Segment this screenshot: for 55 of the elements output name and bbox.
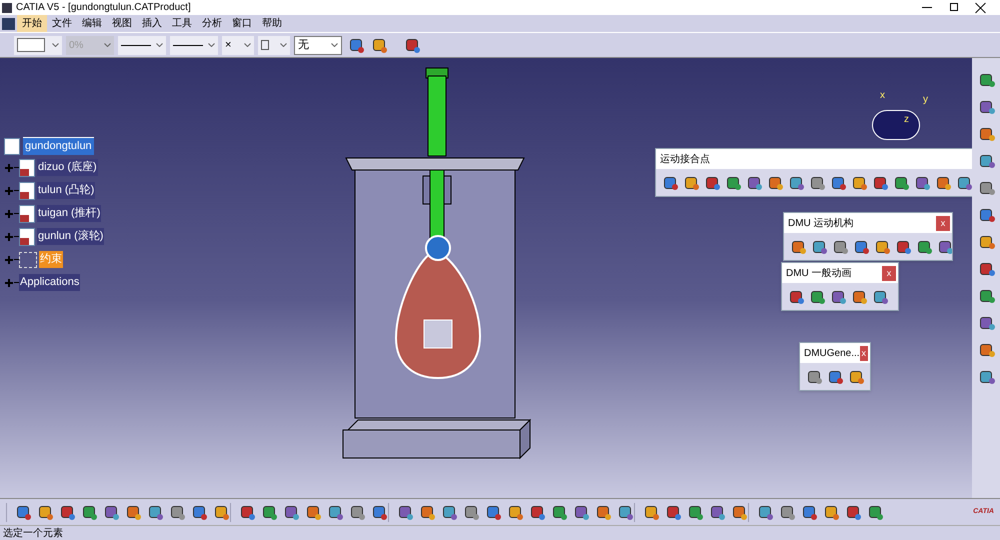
window-title: CATIA V5 - [gundongtulun.CATProduct]	[16, 1, 191, 15]
dropdown-field[interactable]	[118, 36, 166, 54]
dropdown-field[interactable]: 无	[294, 36, 342, 54]
dropdown-field[interactable]: ×	[222, 36, 254, 54]
dropdown-field[interactable]	[258, 36, 290, 54]
status-text: 选定一个元素	[3, 526, 63, 540]
menu-item[interactable]: 窗口	[227, 15, 257, 32]
expand-icon[interactable]	[4, 208, 14, 218]
caret-icon	[280, 43, 287, 47]
tree-item[interactable]: dizuo (底座)	[37, 159, 98, 176]
part-icon	[19, 228, 35, 246]
expand-icon[interactable]	[4, 278, 14, 288]
part-icon	[19, 158, 35, 176]
menu-item[interactable]: 开始	[17, 15, 47, 32]
menu-item[interactable]: 帮助	[257, 15, 287, 32]
tree-item[interactable]: tulun (凸轮)	[37, 182, 96, 199]
close-button[interactable]: x	[936, 216, 950, 230]
close-button[interactable]: x	[882, 266, 896, 280]
part-icon	[19, 182, 35, 200]
product-icon	[4, 138, 20, 154]
caret-icon	[244, 43, 251, 47]
caret-icon	[52, 43, 59, 47]
tree-item[interactable]: tuigan (推杆)	[37, 205, 102, 222]
toolbar-title: DMU 运动机构	[788, 216, 854, 230]
caret-icon	[156, 43, 163, 47]
toolbar-title: DMU 一般动画	[786, 266, 852, 280]
menu-item[interactable]: 文件	[47, 15, 77, 32]
expand-icon[interactable]	[4, 254, 14, 264]
constraints-icon	[19, 252, 37, 268]
part-icon	[19, 204, 35, 222]
caret-icon	[208, 43, 215, 47]
menu-item[interactable]: 编辑	[77, 15, 107, 32]
toolbar-title: DMUGene...	[804, 346, 860, 360]
expand-icon[interactable]	[4, 232, 14, 242]
dropdown-field[interactable]	[170, 36, 218, 54]
caret-icon	[331, 43, 338, 47]
toolbar-title: 运动接合点	[660, 152, 710, 166]
document-icon	[2, 18, 15, 30]
tree-item[interactable]: gunlun (滚轮)	[37, 228, 104, 245]
axis-label: z	[904, 113, 909, 127]
caret-icon	[104, 43, 111, 47]
close-button[interactable]: x	[860, 346, 868, 360]
close-icon[interactable]	[976, 2, 986, 12]
axis-label: y	[923, 93, 928, 107]
app-icon	[2, 2, 12, 12]
dropdown-field[interactable]	[14, 36, 62, 54]
menu-item[interactable]: 视图	[107, 15, 137, 32]
tree-root[interactable]: gundongtulun	[23, 137, 94, 155]
menu-item[interactable]: 分析	[197, 15, 227, 32]
menu-item[interactable]: 插入	[137, 15, 167, 32]
tree-item[interactable]: Applications	[19, 274, 80, 291]
menu-item[interactable]: 工具	[167, 15, 197, 32]
minimize-icon[interactable]	[922, 6, 932, 8]
restore-icon[interactable]	[950, 2, 958, 10]
axis-label: x	[880, 89, 885, 103]
